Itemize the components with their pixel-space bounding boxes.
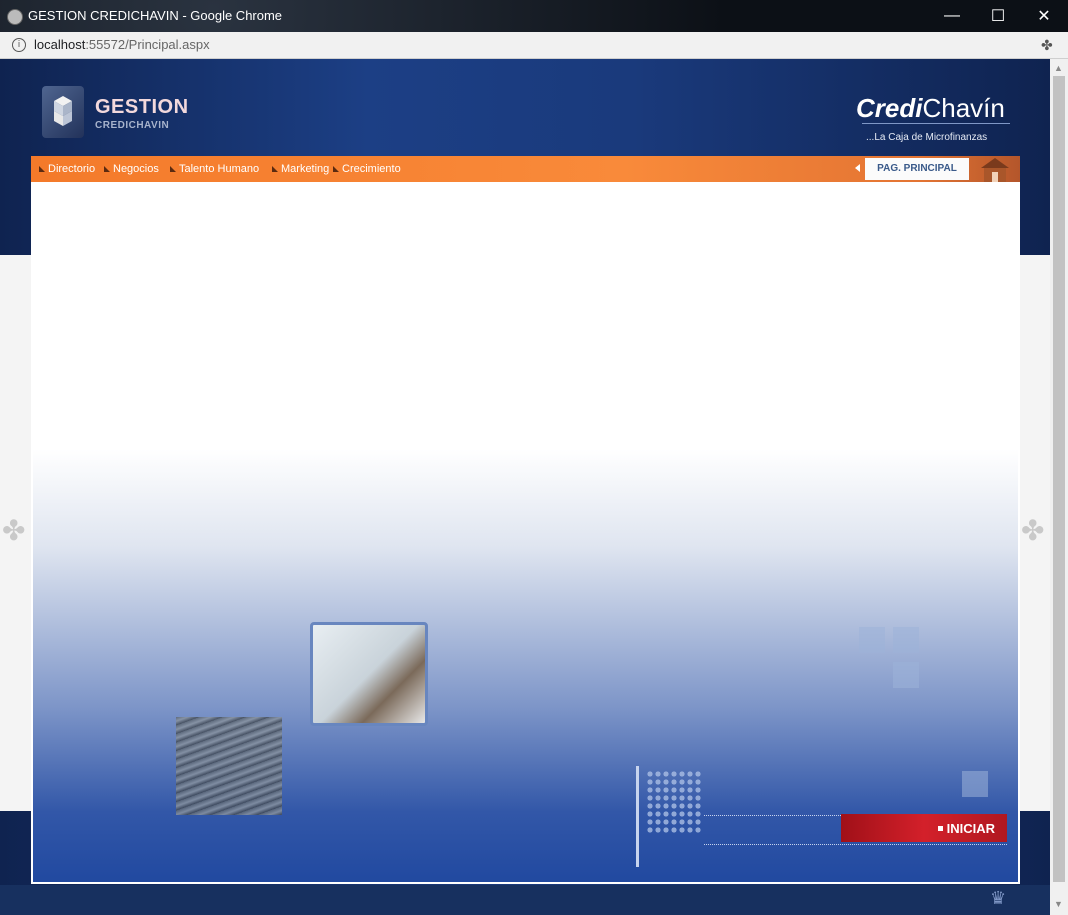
- nav-label: Crecimiento: [342, 163, 401, 175]
- home-link[interactable]: PAG. PRINCIPAL: [865, 158, 969, 180]
- nav-label: Negocios: [113, 163, 159, 175]
- puzzle-icon: ✤: [1021, 515, 1045, 546]
- gestion-logo: [42, 86, 84, 138]
- crown-icon: ♛: [990, 888, 1007, 908]
- close-button[interactable]: ✕: [1021, 0, 1067, 32]
- scroll-thumb[interactable]: [1053, 76, 1065, 882]
- triangle-icon: [272, 166, 278, 172]
- window-title: GESTION CREDICHAVIN - Google Chrome: [28, 8, 283, 23]
- decor-line: [636, 766, 639, 867]
- scroll-up-icon[interactable]: ▲: [1054, 63, 1063, 73]
- url-text[interactable]: localhost:55572/Principal.aspx: [34, 37, 210, 52]
- url-path: :55572/Principal.aspx: [85, 37, 210, 52]
- info-icon[interactable]: i: [12, 38, 26, 52]
- keyboard-photo: [176, 717, 282, 815]
- house-icon: [981, 158, 1009, 182]
- scroll-down-icon[interactable]: ▼: [1054, 899, 1063, 909]
- vertical-scrollbar[interactable]: ▲ ▼: [1050, 59, 1068, 915]
- brand-tagline: ...La Caja de Microfinanzas: [866, 132, 988, 143]
- minimize-button[interactable]: —: [929, 0, 975, 32]
- main-content: INICIAR: [31, 182, 1020, 884]
- decor-square: [962, 771, 988, 797]
- iniciar-button[interactable]: INICIAR: [841, 814, 1007, 842]
- cubes-icon: [54, 96, 72, 126]
- footer-strip: [0, 885, 1050, 915]
- triangle-icon: [104, 166, 110, 172]
- nav-label: Directorio: [48, 163, 96, 175]
- brand-logo: CrediChavín: [856, 93, 1005, 124]
- back-arrow-icon[interactable]: [855, 164, 860, 172]
- nav-item-negocios[interactable]: Negocios: [104, 163, 159, 175]
- iniciar-label: INICIAR: [946, 820, 995, 836]
- nav-item-marketing[interactable]: Marketing: [272, 163, 329, 175]
- nav-label: Marketing: [281, 163, 330, 175]
- nav-item-crecimiento[interactable]: Crecimiento: [333, 163, 401, 175]
- maximize-button[interactable]: ☐: [975, 0, 1021, 32]
- logo-subtitle: CREDICHAVIN: [95, 120, 170, 131]
- page-viewport: ✤ ✤ GESTION CREDICHAVIN CrediChavín ...L…: [0, 59, 1050, 915]
- chrome-icon: [7, 9, 23, 25]
- brand-part1: Credi: [856, 93, 923, 123]
- logo-title: GESTION: [95, 96, 189, 118]
- pixel-grid-decor: [646, 770, 702, 834]
- triangle-icon: [39, 166, 45, 172]
- address-bar[interactable]: i localhost:55572/Principal.aspx ✤: [0, 32, 1068, 59]
- decor-square: [893, 662, 919, 688]
- puzzle-icon[interactable]: ✤: [1041, 37, 1053, 54]
- bullet-icon: [937, 825, 943, 831]
- brand-part2: Chavín: [922, 93, 1005, 123]
- puzzle-icon: ✤: [2, 515, 26, 546]
- nav-item-talento-humano[interactable]: Talento Humano: [170, 163, 259, 175]
- triangle-icon: [170, 166, 176, 172]
- nav-label: Talento Humano: [179, 163, 260, 175]
- writing-photo: [310, 622, 428, 726]
- decor-dotted-line: [704, 844, 1007, 845]
- nav-item-directorio[interactable]: Directorio: [39, 163, 95, 175]
- decor-square: [893, 627, 919, 653]
- decor-square: [859, 627, 885, 653]
- main-nav: Directorio Negocios Talento Humano Marke…: [31, 156, 1020, 182]
- browser-title-bar: GESTION CREDICHAVIN - Google Chrome — ☐ …: [0, 0, 1068, 32]
- triangle-icon: [333, 166, 339, 172]
- url-host: localhost: [34, 37, 86, 52]
- brand-underline: [862, 123, 1010, 124]
